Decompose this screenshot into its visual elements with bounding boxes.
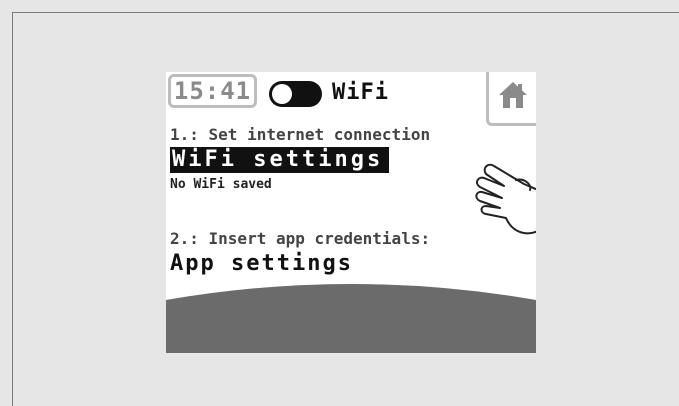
wifi-status-text: No WiFi saved	[170, 177, 272, 192]
device-screen: 15:41 WiFi 1.: Set internet connection W…	[166, 72, 536, 353]
pointing-hand-icon	[475, 163, 536, 235]
clock-display: 15:41	[168, 74, 257, 108]
footer-band	[166, 284, 536, 353]
app-settings-button[interactable]: App settings	[170, 250, 353, 278]
frame-border-top	[12, 12, 679, 13]
frame-border-left	[12, 12, 13, 406]
wifi-settings-button[interactable]: WiFi settings	[170, 147, 390, 173]
wifi-toggle[interactable]	[269, 81, 322, 107]
home-icon	[499, 82, 527, 108]
wifi-toggle-knob	[272, 84, 292, 104]
home-button[interactable]	[486, 72, 536, 126]
step2-label: 2.: Insert app credentials:	[170, 229, 431, 248]
step1-label: 1.: Set internet connection	[170, 125, 431, 144]
wifi-title: WiFi	[332, 80, 389, 105]
